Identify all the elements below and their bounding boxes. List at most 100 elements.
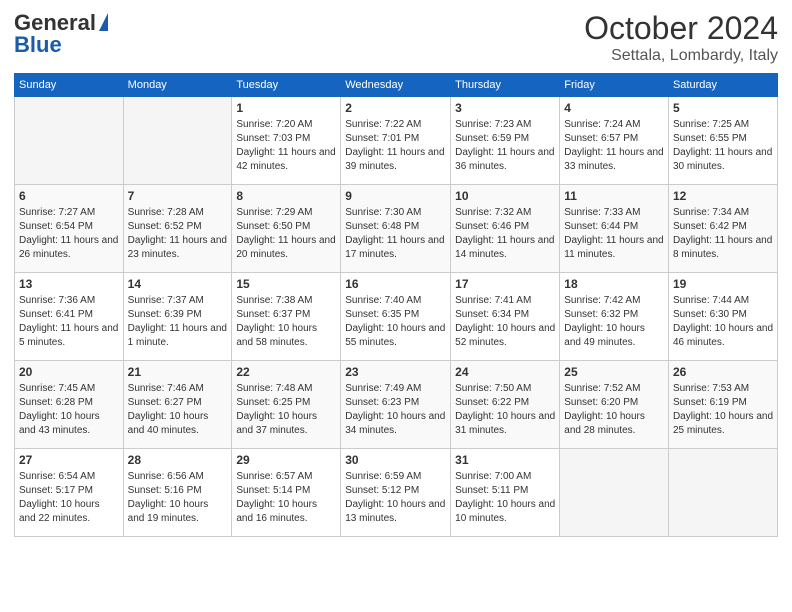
calendar-cell: 1Sunrise: 7:20 AMSunset: 7:03 PMDaylight… — [232, 97, 341, 185]
sunrise-text: Sunrise: 7:46 AM — [128, 382, 228, 396]
day-info: Sunrise: 7:24 AMSunset: 6:57 PMDaylight:… — [564, 118, 664, 174]
sunset-text: Sunset: 6:20 PM — [564, 396, 664, 410]
day-info: Sunrise: 6:56 AMSunset: 5:16 PMDaylight:… — [128, 470, 228, 526]
title-area: October 2024 Settala, Lombardy, Italy — [584, 10, 778, 65]
daylight-text: Daylight: 10 hours and 10 minutes. — [455, 498, 555, 526]
calendar-page: General Blue October 2024 Settala, Lomba… — [0, 0, 792, 612]
calendar-cell: 26Sunrise: 7:53 AMSunset: 6:19 PMDayligh… — [668, 361, 777, 449]
day-number: 6 — [19, 188, 119, 205]
calendar-week-row: 13Sunrise: 7:36 AMSunset: 6:41 PMDayligh… — [15, 273, 778, 361]
calendar-week-row: 20Sunrise: 7:45 AMSunset: 6:28 PMDayligh… — [15, 361, 778, 449]
day-number: 30 — [345, 452, 446, 469]
sunrise-text: Sunrise: 7:42 AM — [564, 294, 664, 308]
calendar-cell: 6Sunrise: 7:27 AMSunset: 6:54 PMDaylight… — [15, 185, 124, 273]
day-info: Sunrise: 7:52 AMSunset: 6:20 PMDaylight:… — [564, 382, 664, 438]
calendar-cell: 9Sunrise: 7:30 AMSunset: 6:48 PMDaylight… — [341, 185, 451, 273]
sunset-text: Sunset: 5:14 PM — [236, 484, 336, 498]
sunset-text: Sunset: 5:17 PM — [19, 484, 119, 498]
calendar-week-row: 6Sunrise: 7:27 AMSunset: 6:54 PMDaylight… — [15, 185, 778, 273]
daylight-text: Daylight: 11 hours and 14 minutes. — [455, 234, 555, 262]
calendar-cell: 18Sunrise: 7:42 AMSunset: 6:32 PMDayligh… — [560, 273, 669, 361]
day-number: 19 — [673, 276, 773, 293]
daylight-text: Daylight: 11 hours and 30 minutes. — [673, 146, 773, 174]
day-info: Sunrise: 7:37 AMSunset: 6:39 PMDaylight:… — [128, 294, 228, 350]
day-info: Sunrise: 7:29 AMSunset: 6:50 PMDaylight:… — [236, 206, 336, 262]
sunrise-text: Sunrise: 7:50 AM — [455, 382, 555, 396]
sunset-text: Sunset: 7:03 PM — [236, 132, 336, 146]
calendar-cell: 24Sunrise: 7:50 AMSunset: 6:22 PMDayligh… — [451, 361, 560, 449]
day-number: 24 — [455, 364, 555, 381]
day-info: Sunrise: 7:34 AMSunset: 6:42 PMDaylight:… — [673, 206, 773, 262]
daylight-text: Daylight: 11 hours and 39 minutes. — [345, 146, 446, 174]
sunset-text: Sunset: 6:44 PM — [564, 220, 664, 234]
sunrise-text: Sunrise: 7:38 AM — [236, 294, 336, 308]
day-number: 25 — [564, 364, 664, 381]
day-info: Sunrise: 7:36 AMSunset: 6:41 PMDaylight:… — [19, 294, 119, 350]
sunset-text: Sunset: 6:46 PM — [455, 220, 555, 234]
daylight-text: Daylight: 10 hours and 13 minutes. — [345, 498, 446, 526]
daylight-text: Daylight: 11 hours and 5 minutes. — [19, 322, 119, 350]
day-info: Sunrise: 7:30 AMSunset: 6:48 PMDaylight:… — [345, 206, 446, 262]
day-number: 28 — [128, 452, 228, 469]
day-number: 31 — [455, 452, 555, 469]
day-number: 10 — [455, 188, 555, 205]
day-number: 23 — [345, 364, 446, 381]
day-number: 2 — [345, 100, 446, 117]
sunrise-text: Sunrise: 7:32 AM — [455, 206, 555, 220]
calendar-cell: 4Sunrise: 7:24 AMSunset: 6:57 PMDaylight… — [560, 97, 669, 185]
calendar-cell: 5Sunrise: 7:25 AMSunset: 6:55 PMDaylight… — [668, 97, 777, 185]
sunrise-text: Sunrise: 7:41 AM — [455, 294, 555, 308]
day-info: Sunrise: 7:25 AMSunset: 6:55 PMDaylight:… — [673, 118, 773, 174]
calendar-header: Sunday Monday Tuesday Wednesday Thursday… — [15, 74, 778, 97]
sunrise-text: Sunrise: 7:34 AM — [673, 206, 773, 220]
sunset-text: Sunset: 6:19 PM — [673, 396, 773, 410]
day-number: 20 — [19, 364, 119, 381]
calendar-cell: 28Sunrise: 6:56 AMSunset: 5:16 PMDayligh… — [123, 449, 232, 537]
col-saturday: Saturday — [668, 74, 777, 97]
col-wednesday: Wednesday — [341, 74, 451, 97]
calendar-cell: 15Sunrise: 7:38 AMSunset: 6:37 PMDayligh… — [232, 273, 341, 361]
col-monday: Monday — [123, 74, 232, 97]
calendar-cell: 16Sunrise: 7:40 AMSunset: 6:35 PMDayligh… — [341, 273, 451, 361]
day-number: 3 — [455, 100, 555, 117]
day-number: 14 — [128, 276, 228, 293]
daylight-text: Daylight: 11 hours and 36 minutes. — [455, 146, 555, 174]
sunrise-text: Sunrise: 7:44 AM — [673, 294, 773, 308]
daylight-text: Daylight: 10 hours and 19 minutes. — [128, 498, 228, 526]
day-number: 22 — [236, 364, 336, 381]
daylight-text: Daylight: 11 hours and 23 minutes. — [128, 234, 228, 262]
day-number: 12 — [673, 188, 773, 205]
sunrise-text: Sunrise: 6:56 AM — [128, 470, 228, 484]
calendar-cell: 29Sunrise: 6:57 AMSunset: 5:14 PMDayligh… — [232, 449, 341, 537]
daylight-text: Daylight: 11 hours and 17 minutes. — [345, 234, 446, 262]
sunrise-text: Sunrise: 7:29 AM — [236, 206, 336, 220]
sunrise-text: Sunrise: 7:53 AM — [673, 382, 773, 396]
day-info: Sunrise: 7:48 AMSunset: 6:25 PMDaylight:… — [236, 382, 336, 438]
day-info: Sunrise: 7:23 AMSunset: 6:59 PMDaylight:… — [455, 118, 555, 174]
day-number: 9 — [345, 188, 446, 205]
sunset-text: Sunset: 5:11 PM — [455, 484, 555, 498]
sunset-text: Sunset: 6:57 PM — [564, 132, 664, 146]
sunrise-text: Sunrise: 7:52 AM — [564, 382, 664, 396]
day-number: 18 — [564, 276, 664, 293]
sunset-text: Sunset: 6:25 PM — [236, 396, 336, 410]
day-info: Sunrise: 7:41 AMSunset: 6:34 PMDaylight:… — [455, 294, 555, 350]
sunset-text: Sunset: 6:23 PM — [345, 396, 446, 410]
sunrise-text: Sunrise: 6:59 AM — [345, 470, 446, 484]
sunset-text: Sunset: 6:32 PM — [564, 308, 664, 322]
location: Settala, Lombardy, Italy — [584, 47, 778, 65]
day-info: Sunrise: 6:54 AMSunset: 5:17 PMDaylight:… — [19, 470, 119, 526]
sunrise-text: Sunrise: 7:20 AM — [236, 118, 336, 132]
sunrise-text: Sunrise: 6:54 AM — [19, 470, 119, 484]
calendar-cell — [560, 449, 669, 537]
sunset-text: Sunset: 6:55 PM — [673, 132, 773, 146]
day-number: 8 — [236, 188, 336, 205]
col-tuesday: Tuesday — [232, 74, 341, 97]
day-info: Sunrise: 7:27 AMSunset: 6:54 PMDaylight:… — [19, 206, 119, 262]
logo-blue: Blue — [14, 32, 62, 58]
sunrise-text: Sunrise: 7:48 AM — [236, 382, 336, 396]
daylight-text: Daylight: 10 hours and 31 minutes. — [455, 410, 555, 438]
calendar-cell: 11Sunrise: 7:33 AMSunset: 6:44 PMDayligh… — [560, 185, 669, 273]
day-number: 26 — [673, 364, 773, 381]
calendar-cell: 20Sunrise: 7:45 AMSunset: 6:28 PMDayligh… — [15, 361, 124, 449]
